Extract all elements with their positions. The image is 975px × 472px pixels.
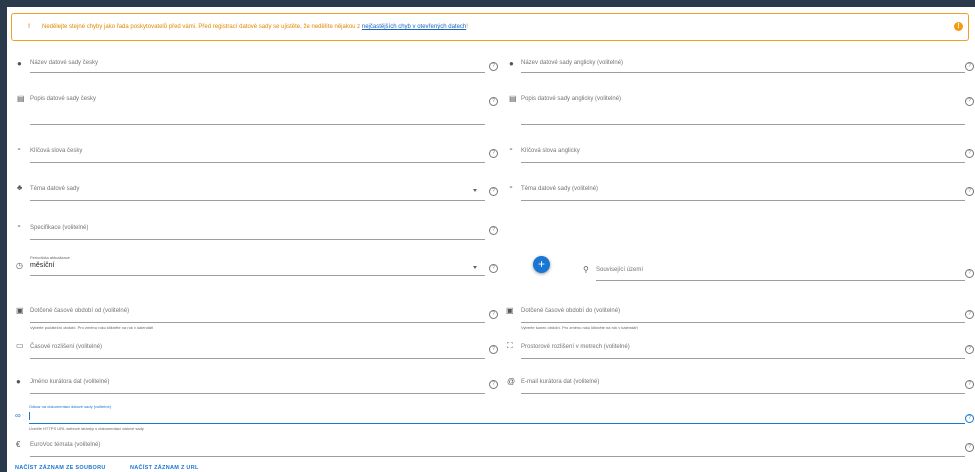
document-icon: ▤	[17, 94, 25, 103]
load-from-file-button[interactable]: NAČÍST ZÁZNAM ZE SOUBORU	[15, 465, 106, 471]
space-resolution-input[interactable]: Prostorové rozlišení v metrech (voliteln…	[521, 339, 965, 359]
dropdown-arrow-icon[interactable]	[473, 189, 477, 192]
help-icon[interactable]: ?	[965, 380, 974, 389]
help-icon[interactable]: ?	[965, 443, 974, 452]
calendar-icon: ▣	[16, 306, 24, 315]
name-en-input[interactable]: Název datové sady anglicky (volitelné)	[521, 56, 965, 73]
time-to-hint: Vyberte konec období. Pro změnu roku kli…	[521, 325, 638, 330]
doc-link-hint: Uveďte HTTPS URL webové stránky s dokume…	[29, 426, 144, 431]
doc-link-input[interactable]	[29, 411, 965, 424]
theme-en-input[interactable]: Téma datové sady (volitelné)	[521, 181, 965, 201]
help-icon[interactable]: ?	[965, 345, 974, 354]
desc-en-textarea[interactable]: Popis datové sady anglicky (volitelné)	[521, 92, 965, 125]
help-icon[interactable]: ?	[489, 226, 498, 235]
time-resolution-input[interactable]: Časové rozlišení (volitelné)	[30, 339, 485, 359]
help-icon[interactable]: ?	[489, 310, 498, 319]
warning-alert: ! Nedělejte stejné chyby jako řada posky…	[11, 13, 969, 41]
calendar-icon: ▣	[506, 306, 514, 315]
euro-icon: €	[16, 440, 21, 449]
curator-email-input[interactable]: E-mail kurátora dat (volitelné)	[521, 374, 965, 394]
label-icon: ⁃	[509, 145, 513, 154]
desc-cs-textarea[interactable]: Popis datové sady česky	[30, 92, 485, 125]
calendar-blank-icon: ▭	[16, 341, 24, 350]
form-panel: ! Nedělejte stejné chyby jako řada posky…	[7, 7, 975, 472]
help-icon[interactable]: ?	[489, 187, 498, 196]
name-cs-input[interactable]: Název datové sady česky	[30, 56, 485, 73]
load-from-url-button[interactable]: NAČÍST ZÁZNAM Z URL	[130, 465, 199, 471]
category-icon: ♣	[17, 183, 23, 192]
warning-icon: !	[28, 24, 30, 30]
update-icon: ◷	[16, 261, 23, 270]
help-icon[interactable]: ?	[965, 414, 974, 423]
theme-select[interactable]: Téma datové sady	[30, 181, 485, 201]
spec-input[interactable]: Specifikace (volitelné)	[30, 220, 485, 240]
label-icon: ⁃	[509, 183, 513, 192]
help-icon[interactable]: ?	[489, 264, 498, 273]
fullscreen-icon: ⛶	[507, 341, 513, 350]
curator-name-input[interactable]: Jméno kurátora dat (volitelné)	[30, 374, 485, 394]
time-from-hint: Vyberte počáteční období. Pro změnu roku…	[30, 325, 154, 330]
territory-input[interactable]: Související území	[596, 263, 965, 281]
eurovoc-input[interactable]: EuroVoc témata (volitelné)	[30, 437, 965, 457]
time-from-input[interactable]: Dotčené časové období od (volitelné)	[30, 304, 485, 323]
label-icon: ⁃	[17, 145, 21, 154]
help-icon[interactable]: ?	[965, 149, 974, 158]
text-cursor	[29, 412, 30, 420]
help-icon[interactable]: ?	[489, 149, 498, 158]
alert-info-icon[interactable]: !	[954, 22, 963, 31]
tag-icon: ●	[17, 59, 22, 68]
location-pin-icon: ⚲	[583, 265, 589, 274]
keywords-cs-input[interactable]: Klíčová slova česky	[30, 143, 485, 163]
label-icon: ⁃	[17, 222, 21, 231]
person-icon: ●	[16, 377, 21, 386]
tag-icon: ●	[509, 59, 514, 68]
dropdown-arrow-icon[interactable]	[473, 266, 477, 269]
doc-link-label: Odkaz na dokumentaci datové sady (volite…	[29, 404, 112, 409]
help-icon[interactable]: ?	[965, 269, 974, 278]
help-icon[interactable]: ?	[965, 310, 974, 319]
add-button[interactable]: +	[533, 256, 550, 273]
alert-message: Nedělejte stejné chyby jako řada poskyto…	[42, 24, 468, 30]
help-icon[interactable]: ?	[489, 345, 498, 354]
help-icon[interactable]: ?	[489, 97, 498, 106]
document-icon: ▤	[509, 94, 517, 103]
help-icon[interactable]: ?	[965, 97, 974, 106]
keywords-en-input[interactable]: Klíčová slova anglicky	[521, 143, 965, 163]
help-icon[interactable]: ?	[489, 62, 498, 71]
help-icon[interactable]: ?	[965, 62, 974, 71]
common-mistakes-link[interactable]: nejčastějších chyb v otevřených datech	[362, 24, 466, 30]
help-icon[interactable]: ?	[965, 187, 974, 196]
periodicity-select[interactable]: Periodicita aktualizace měsíční	[30, 255, 485, 276]
at-sign-icon: @	[507, 377, 516, 386]
help-icon[interactable]: ?	[489, 380, 498, 389]
link-icon: ∞	[15, 411, 21, 420]
time-to-input[interactable]: Dotčené časové období do (volitelné)	[521, 304, 965, 323]
